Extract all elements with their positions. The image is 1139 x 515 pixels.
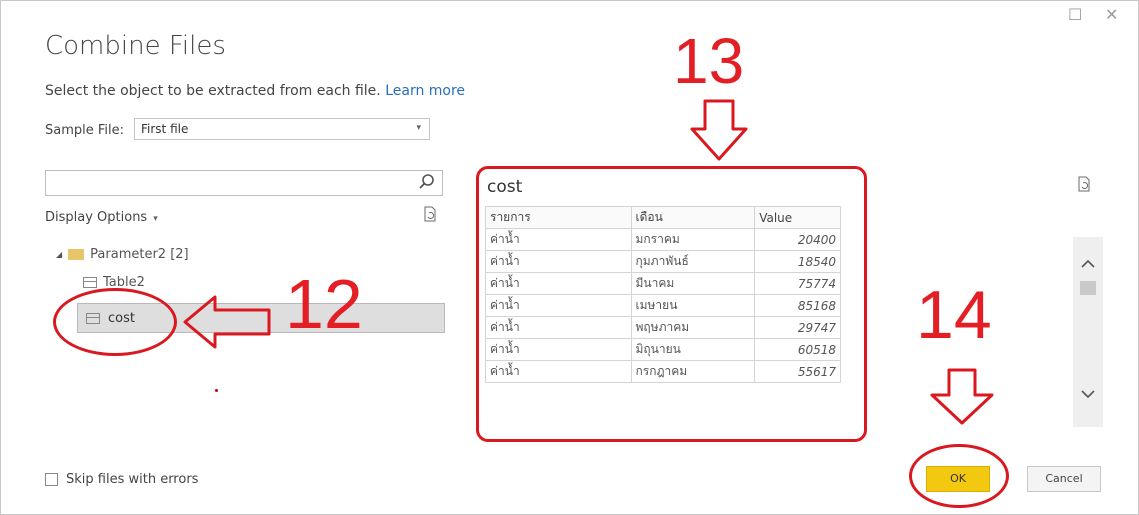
skip-errors-option[interactable]: Skip files with errors: [45, 472, 198, 487]
skip-errors-checkbox[interactable]: [45, 473, 58, 486]
sample-file-value: First file: [141, 122, 189, 136]
close-button[interactable]: ✕: [1105, 7, 1118, 23]
table-icon: [83, 277, 97, 288]
tree-item-parameter2[interactable]: ◢ Parameter2 [2]: [56, 247, 189, 262]
sample-file-label: Sample File:: [45, 123, 125, 138]
search-icon[interactable]: [418, 173, 436, 195]
search-input[interactable]: [45, 170, 443, 196]
expand-triangle-icon[interactable]: ◢: [56, 250, 62, 259]
chevron-down-icon: ▾: [416, 123, 421, 133]
combine-files-dialog: ☐ ✕ Combine Files Select the object to b…: [0, 0, 1139, 515]
chevron-down-icon[interactable]: [1081, 387, 1095, 403]
annotation-rectangle-preview: [476, 166, 867, 442]
maximize-button[interactable]: ☐: [1068, 7, 1082, 23]
folder-icon: [68, 249, 85, 260]
annotation-number-14: 14: [916, 277, 992, 353]
annotation-arrow-down-13: [690, 99, 748, 161]
tree-item-parameter2-label: Parameter2 [2]: [90, 247, 189, 262]
refresh-icon[interactable]: [1077, 176, 1091, 192]
chevron-down-icon: ▾: [153, 214, 158, 224]
annotation-arrow-left-12: [183, 295, 271, 349]
annotation-number-12: 12: [285, 265, 363, 343]
preview-scrollbar[interactable]: [1073, 237, 1103, 427]
display-options-label: Display Options: [45, 210, 148, 225]
sample-file-dropdown[interactable]: First file ▾: [134, 118, 430, 140]
dialog-subtitle: Select the object to be extracted from e…: [45, 83, 465, 99]
annotation-arrow-down-14: [930, 368, 994, 425]
refresh-icon[interactable]: [423, 206, 437, 222]
cancel-button[interactable]: Cancel: [1027, 466, 1101, 492]
annotation-ellipse-ok: [909, 444, 1009, 508]
dialog-title: Combine Files: [45, 31, 226, 61]
scrollbar-thumb[interactable]: [1080, 281, 1096, 295]
annotation-ellipse-cost: [53, 288, 177, 356]
subtitle-text: Select the object to be extracted from e…: [45, 83, 381, 99]
skip-errors-label: Skip files with errors: [66, 472, 199, 487]
annotation-number-13: 13: [673, 25, 745, 97]
display-options-dropdown[interactable]: Display Options ▾: [45, 210, 158, 225]
learn-more-link[interactable]: Learn more: [385, 83, 465, 99]
chevron-up-icon[interactable]: [1081, 257, 1095, 273]
stray-mark: [215, 389, 218, 392]
